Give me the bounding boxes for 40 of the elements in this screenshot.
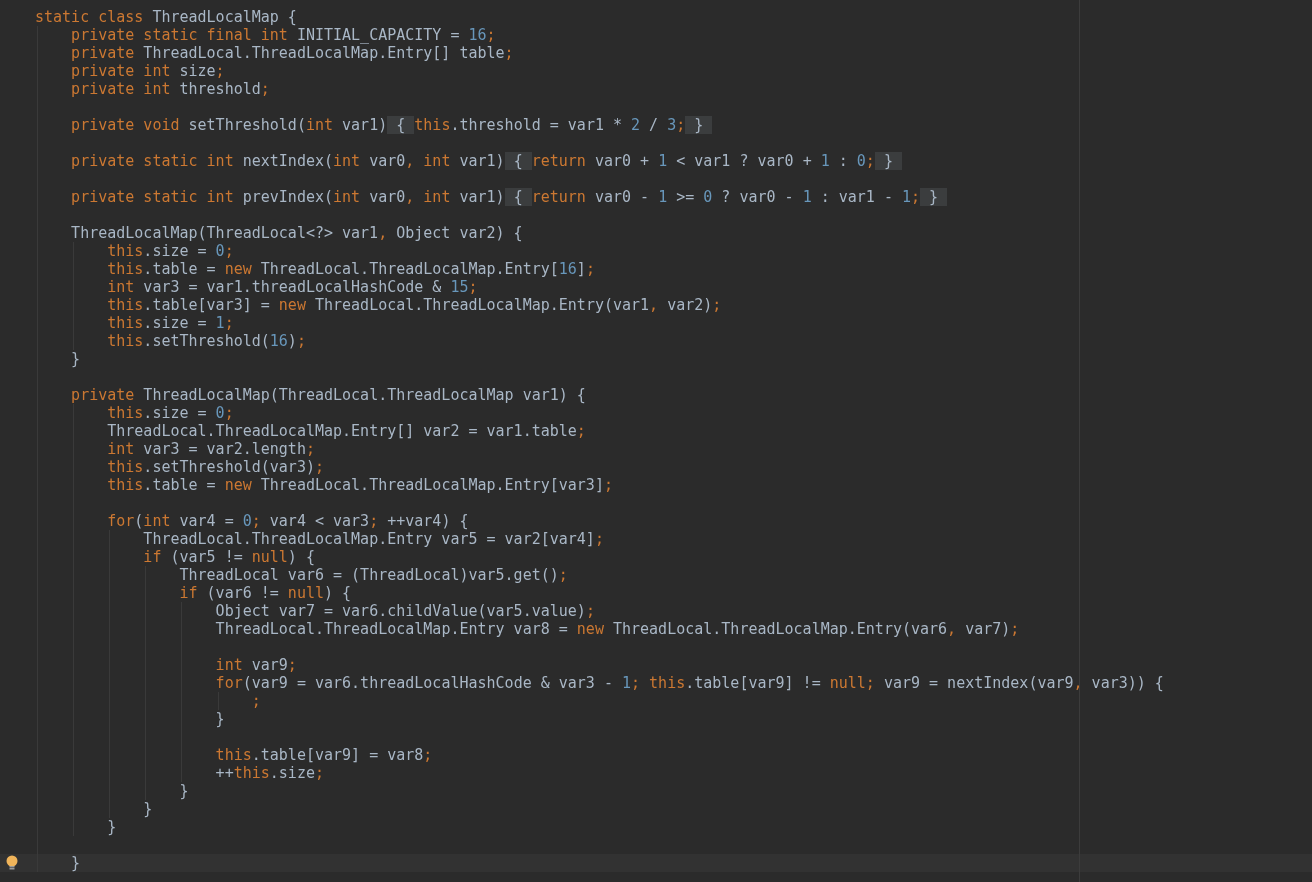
code-line: for(int var4 = 0; var4 < var3; ++var4) { — [107, 512, 469, 530]
code-line: this.size = 0; — [107, 242, 234, 260]
code-line: } — [143, 800, 153, 818]
code-line: this.setThreshold(16); — [107, 332, 306, 350]
code-line: this.table = new ThreadLocal.ThreadLocalMap.Entry[16]; — [107, 260, 595, 278]
code-line: private static final int INITIAL_CAPACITY = 16; — [71, 26, 496, 44]
code-line: this.table = new ThreadLocal.ThreadLocalMap.Entry[var3]; — [107, 476, 613, 494]
code-line: private ThreadLocalMap(ThreadLocal.ThreadLocalMap var1) { — [71, 386, 586, 404]
code-line: this.table[var9] = var8; — [215, 746, 433, 764]
code-line: } — [107, 818, 117, 836]
code-line: ThreadLocal.ThreadLocalMap.Entry[] var2 = var1.table; — [107, 422, 586, 440]
code-line: ++this.size; — [215, 764, 324, 782]
code-line: private int size; — [71, 62, 225, 80]
code-line: this.size = 0; — [107, 404, 234, 422]
code-line: if (var5 != null) { — [143, 548, 315, 566]
code-line: for(var9 = var6.threadLocalHashCode & var3 - 1; this.table[var9] != null; var9 = nextIndex(var9, var3)) { — [215, 674, 1164, 692]
code-line: this.setThreshold(var3); — [107, 458, 324, 476]
code-line: Object var7 = var6.childValue(var5.value); — [215, 602, 595, 620]
code-line: ThreadLocal var6 = (ThreadLocal)var5.get(); — [179, 566, 568, 584]
code-line: private static int nextIndex(int var0, int var1) { return var0 + 1 < var1 ? var0 + 1 : 0; } — [71, 152, 902, 170]
code-line: ThreadLocal.ThreadLocalMap.Entry var5 = var2[var4]; — [143, 530, 604, 548]
code-line: ; — [251, 692, 261, 710]
code-line: } — [71, 350, 81, 368]
code-line: } — [215, 710, 225, 728]
code-line: private void setThreshold(int var1) { this.threshold = var1 * 2 / 3; } — [71, 116, 713, 134]
lightbulb-icon[interactable] — [6, 855, 18, 871]
code-line: if (var6 != null) { — [179, 584, 352, 602]
code-line: ThreadLocal.ThreadLocalMap.Entry var8 = new ThreadLocal.ThreadLocalMap.Entry(var6, var7); — [215, 620, 1020, 638]
code-line: private int threshold; — [71, 80, 270, 98]
code-line: } — [179, 782, 189, 800]
code-line: this.size = 1; — [107, 314, 234, 332]
code-line: ThreadLocalMap(ThreadLocal<?> var1, Object var2) { — [71, 224, 523, 242]
code-line: this.table[var3] = new ThreadLocal.ThreadLocalMap.Entry(var1, var2); — [107, 296, 722, 314]
code-line: int var3 = var2.length; — [107, 440, 315, 458]
code-line: private static int prevIndex(int var0, int var1) { return var0 - 1 >= 0 ? var0 - 1 : var1 - 1; } — [71, 188, 948, 206]
code-line: private ThreadLocal.ThreadLocalMap.Entry[] table; — [71, 44, 514, 62]
code-line: } — [71, 854, 81, 872]
code-line: static class ThreadLocalMap { — [35, 8, 297, 26]
code-line: int var3 = var1.threadLocalHashCode & 15; — [107, 278, 478, 296]
code-line: int var9; — [215, 656, 297, 674]
